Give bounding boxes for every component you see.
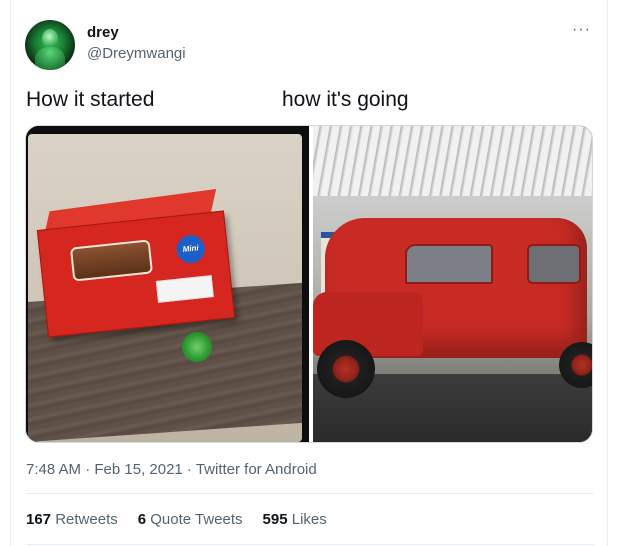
tweet-text-right: how it's going (282, 88, 409, 111)
avatar[interactable] (25, 20, 75, 70)
mini-badge: Mini (175, 233, 207, 265)
avatar-head-shape (42, 29, 58, 48)
tweet-timestamp[interactable]: 7:48 AM · Feb 15, 2021 · Twitter for And… (26, 461, 317, 478)
image-red-van[interactable] (313, 126, 592, 442)
likes-label: Likes (291, 511, 327, 528)
divider (26, 544, 594, 545)
likes-stat[interactable]: 595 Likes (263, 511, 327, 528)
retweets-label: Retweets (55, 511, 118, 528)
retweets-stat[interactable]: 167 Retweets (26, 511, 118, 528)
likes-count: 595 (262, 511, 288, 528)
bottle-cap-wheel (182, 332, 212, 362)
quote-tweets-count: 6 (137, 511, 147, 528)
retweets-count: 167 (26, 511, 52, 528)
image-background: Mini (28, 134, 302, 442)
author-handle[interactable]: @Dreymwangi (87, 45, 186, 62)
tweet-text-left: How it started (26, 88, 155, 111)
van-front-window (405, 244, 493, 284)
tweet-stats: 167 Retweets 6 Quote Tweets 595 Likes (26, 511, 327, 528)
tweet-media[interactable]: Mini (25, 125, 593, 443)
chocolate-bar-picture (69, 239, 154, 282)
barcode-label (155, 275, 214, 303)
canopy-ceiling (313, 126, 592, 196)
image-chocolate-box[interactable]: Mini (26, 126, 309, 442)
divider (26, 493, 594, 494)
author-name[interactable]: drey (87, 24, 119, 41)
more-dots-icon[interactable]: ··· (572, 22, 591, 38)
chocolate-box: Mini (36, 210, 236, 338)
van-front-tire (317, 340, 375, 398)
avatar-body-shape (35, 47, 65, 70)
quote-tweets-label: Quote Tweets (150, 511, 243, 528)
quote-tweets-stat[interactable]: 6 Quote Tweets (138, 511, 243, 528)
tweet-card: drey @Dreymwangi ··· How it started how … (10, 0, 608, 546)
van-rear-window (527, 244, 581, 284)
